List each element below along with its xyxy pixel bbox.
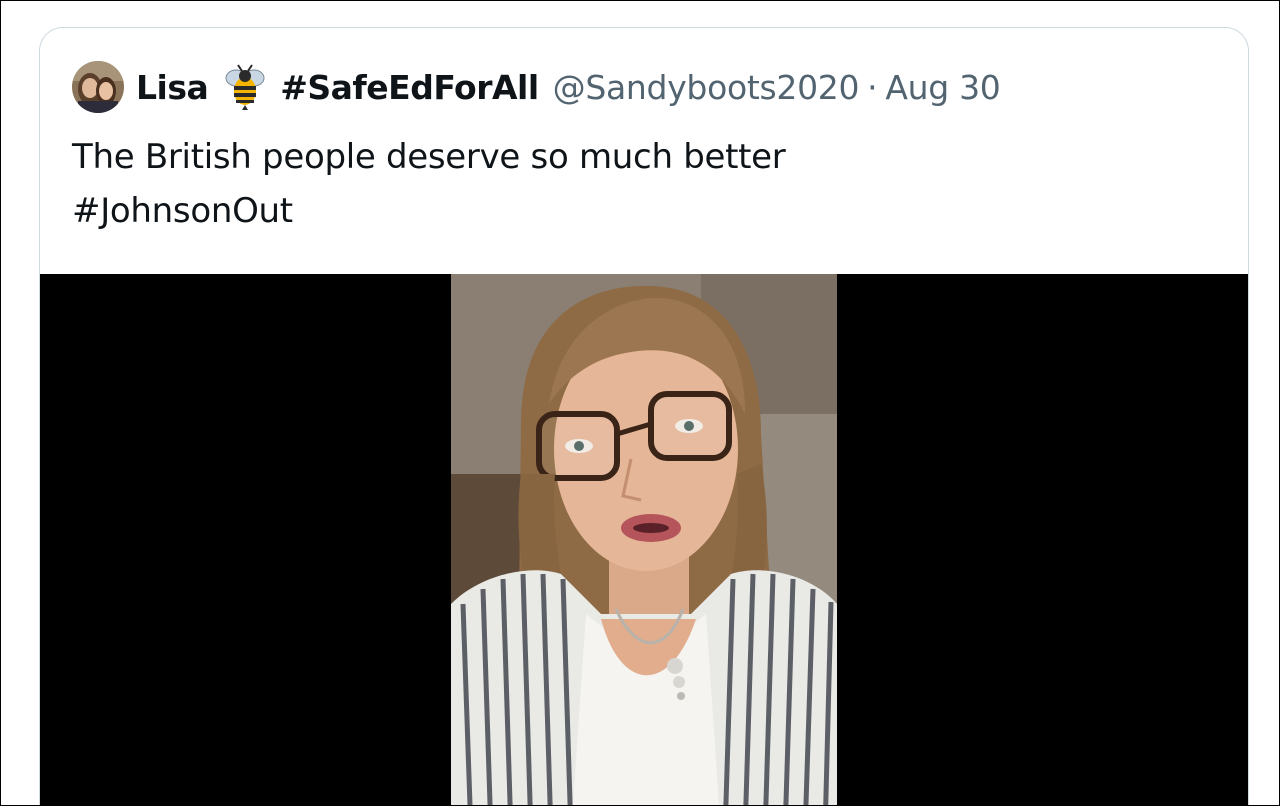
video-frame-image — [451, 274, 837, 805]
tweet-header: Lisa #SafeEdForAll @Sandyboots2020 · Aug… — [72, 60, 1001, 114]
video-player[interactable] — [451, 274, 837, 805]
separator-dot: · — [867, 67, 878, 107]
bee-icon — [222, 64, 268, 110]
display-name[interactable]: Lisa — [136, 68, 209, 107]
hashtag-link[interactable]: #JohnsonOut — [72, 184, 785, 238]
avatar-image — [72, 61, 124, 113]
avatar[interactable] — [72, 61, 124, 113]
user-handle[interactable]: @Sandyboots2020 — [553, 68, 860, 107]
tweet-text-line: The British people deserve so much bette… — [72, 137, 786, 177]
tweet-date[interactable]: Aug 30 — [885, 68, 1000, 107]
tweet-text: The British people deserve so much bette… — [72, 130, 786, 238]
media-container[interactable] — [40, 274, 1248, 805]
screenshot-frame: Lisa #SafeEdForAll @Sandyboots2020 · Aug… — [0, 0, 1280, 806]
display-name-hashtag[interactable]: #SafeEdForAll — [280, 68, 539, 107]
quoted-tweet-card[interactable]: Lisa #SafeEdForAll @Sandyboots2020 · Aug… — [39, 27, 1249, 805]
